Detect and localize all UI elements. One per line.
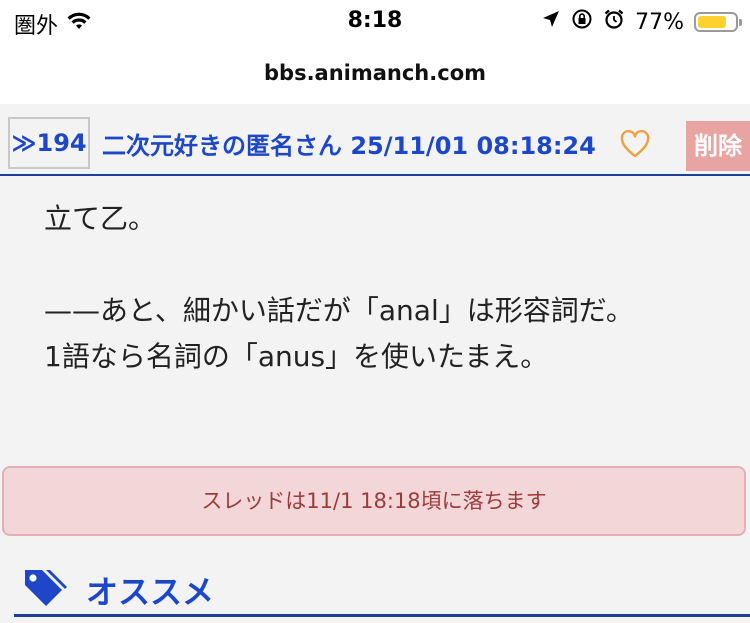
poster-meta: 二次元好きの匿名さん 25/11/01 08:18:24 <box>102 126 596 161</box>
post-header: ≫194 二次元好きの匿名さん 25/11/01 08:18:24 削除 <box>0 104 750 176</box>
post-number-link[interactable]: ≫194 <box>8 117 90 169</box>
battery-fill <box>698 16 726 28</box>
delete-button[interactable]: 削除 <box>686 121 750 171</box>
url-bar[interactable]: bbs.animanch.com <box>0 42 750 104</box>
battery-tip <box>739 19 742 26</box>
post-line: 1語なら名詞の「anus」を使いたまえ。 <box>44 340 549 373</box>
battery-percent: 77% <box>635 9 684 35</box>
thread-expiry-notice: スレッドは11/1 18:18頃に落ちます <box>2 466 746 536</box>
battery-icon <box>694 12 742 32</box>
post-line: 立て乙。 <box>44 202 157 235</box>
url-domain[interactable]: bbs.animanch.com <box>264 61 486 85</box>
recommend-title: オススメ <box>86 573 215 611</box>
post-line: ——あと、細かい話だが「anal」は形容詞だ。 <box>44 294 634 327</box>
alarm-clock-icon <box>603 8 625 36</box>
status-right: 77% <box>541 8 742 36</box>
post-area: ≫194 二次元好きの匿名さん 25/11/01 08:18:24 削除 立て乙… <box>0 104 750 623</box>
tag-icon <box>20 567 68 611</box>
post-body: 立て乙。 ——あと、細かい話だが「anal」は形容詞だ。 1語なら名詞の「anu… <box>44 196 724 380</box>
orientation-lock-icon <box>571 8 593 36</box>
recommend-section-header: オススメ <box>0 559 750 623</box>
post-timestamp: 25/11/01 08:18:24 <box>350 132 596 160</box>
poster-name: 二次元好きの匿名さん <box>102 132 342 160</box>
section-divider <box>14 614 750 617</box>
status-bar: 圏外 8:18 77% <box>0 0 750 42</box>
post-line-gap <box>44 242 724 288</box>
location-arrow-icon <box>541 9 561 35</box>
heart-icon[interactable] <box>620 129 650 158</box>
